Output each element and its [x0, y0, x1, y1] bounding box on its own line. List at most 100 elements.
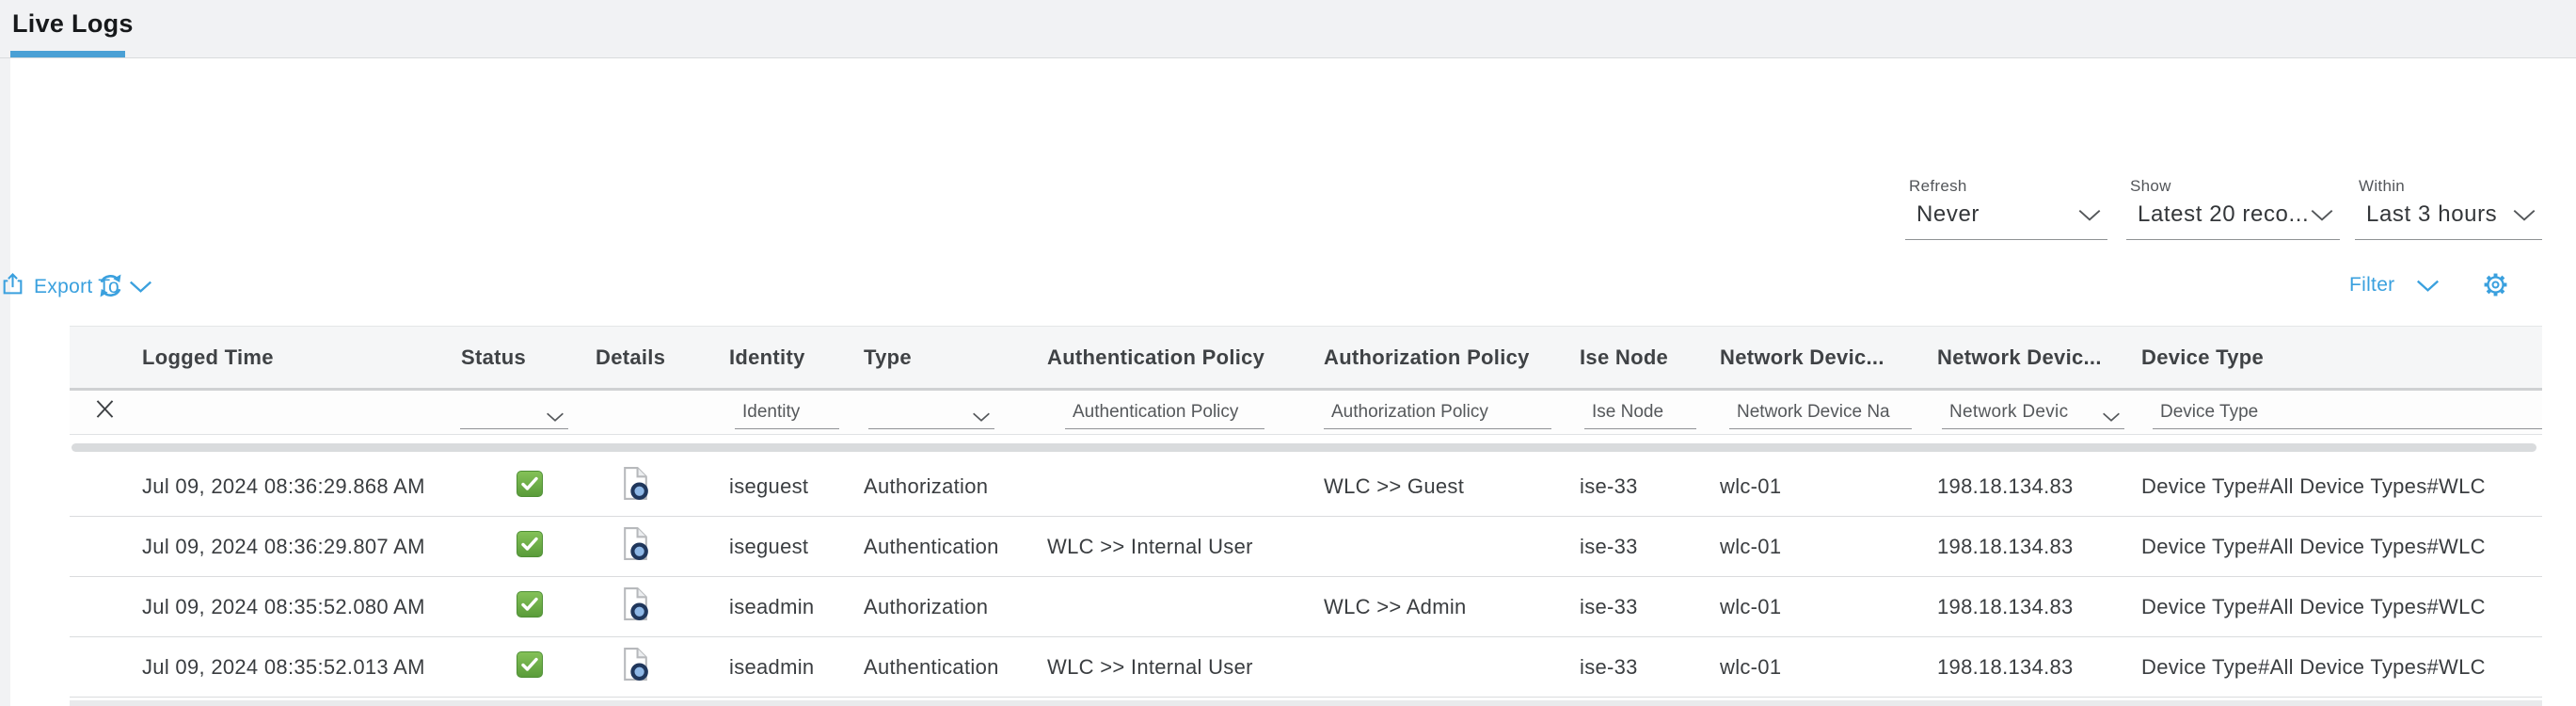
cell-authorization-policy: WLC >> Admin	[1324, 595, 1580, 619]
table-filter-row: Network Devic	[70, 391, 2542, 435]
cell-ise-node: ise-33	[1580, 655, 1720, 680]
cell-identity: iseguest	[729, 535, 864, 559]
cell-details	[596, 526, 729, 567]
table-bottom-edge	[70, 700, 2542, 706]
within-dropdown[interactable]: Within Last 3 hours	[2355, 177, 2542, 240]
refresh-dropdown[interactable]: Refresh Never	[1905, 177, 2107, 240]
status-filter-dropdown[interactable]	[460, 411, 568, 429]
authorization-policy-filter-input[interactable]	[1324, 402, 1551, 429]
details-button[interactable]	[621, 647, 650, 682]
authentication-policy-filter-input[interactable]	[1065, 402, 1264, 429]
chevron-down-icon	[2310, 208, 2334, 222]
column-header-authentication-policy[interactable]: Authentication Policy	[1047, 345, 1324, 370]
details-report-icon	[621, 466, 650, 501]
export-to-button[interactable]: Export To	[0, 271, 2576, 302]
table-row: Jul 09, 2024 08:36:29.807 AM iseguest Au…	[70, 517, 2542, 577]
column-header-identity[interactable]: Identity	[729, 345, 864, 370]
chevron-down-icon	[2102, 411, 2121, 423]
cell-device-type: Device Type#All Device Types#WLC	[2141, 595, 2542, 619]
table-header-row: Logged Time Status Details Identity Type…	[70, 326, 2542, 391]
column-header-authorization-policy[interactable]: Authorization Policy	[1324, 345, 1580, 370]
chevron-down-icon	[2077, 208, 2102, 222]
chevron-down-icon	[546, 411, 564, 423]
status-passed-check-icon	[517, 591, 543, 618]
cell-device-type: Device Type#All Device Types#WLC	[2141, 655, 2542, 680]
cell-network-device-name: wlc-01	[1720, 595, 1937, 619]
status-passed-check-icon	[517, 471, 543, 497]
settings-button[interactable]	[2481, 270, 2510, 302]
cell-identity: iseadmin	[729, 595, 864, 619]
network-device-name-filter-input[interactable]	[1729, 402, 1912, 429]
cell-logged-time: Jul 09, 2024 08:36:29.807 AM	[142, 535, 461, 559]
cell-logged-time: Jul 09, 2024 08:36:29.868 AM	[142, 474, 461, 499]
cell-network-device-ip: 198.18.134.83	[1937, 535, 2141, 559]
cell-details	[596, 647, 729, 687]
details-report-icon	[621, 647, 650, 682]
within-label: Within	[2355, 177, 2542, 196]
network-device-ip-filter-dropdown[interactable]: Network Devic	[1942, 402, 2124, 429]
chevron-down-icon	[128, 280, 153, 294]
details-report-icon	[621, 586, 650, 621]
column-header-details[interactable]: Details	[596, 345, 729, 370]
refresh-logs-button[interactable]	[96, 271, 125, 303]
details-report-icon	[621, 526, 650, 561]
show-value: Latest 20 reco...	[2138, 201, 2309, 228]
cell-type: Authorization	[864, 474, 1047, 499]
cell-network-device-name: wlc-01	[1720, 535, 1937, 559]
cell-type: Authorization	[864, 595, 1047, 619]
chevron-down-icon	[972, 411, 991, 423]
column-header-network-device-ip[interactable]: Network Devic...	[1937, 345, 2141, 370]
cell-status	[461, 651, 596, 683]
cell-status	[461, 591, 596, 623]
details-button[interactable]	[621, 526, 650, 561]
horizontal-scrollbar-thumb[interactable]	[72, 443, 2536, 452]
cell-ise-node: ise-33	[1580, 474, 1720, 499]
show-dropdown[interactable]: Show Latest 20 reco...	[2126, 177, 2340, 240]
cell-details	[596, 586, 729, 627]
cell-status	[461, 471, 596, 503]
show-label: Show	[2126, 177, 2340, 196]
table-row: Jul 09, 2024 08:35:52.013 AM iseadmin Au…	[70, 637, 2542, 698]
filter-button[interactable]: Filter	[2349, 274, 2441, 297]
device-type-filter-input[interactable]	[2153, 402, 2542, 429]
column-header-type[interactable]: Type	[864, 345, 1047, 370]
cell-device-type: Device Type#All Device Types#WLC	[2141, 474, 2542, 499]
cell-status	[461, 531, 596, 563]
cell-device-type: Device Type#All Device Types#WLC	[2141, 535, 2542, 559]
column-header-logged-time[interactable]: Logged Time	[142, 345, 461, 370]
cell-logged-time: Jul 09, 2024 08:35:52.080 AM	[142, 595, 461, 619]
refresh-icon	[96, 289, 125, 303]
filter-label: Filter	[2349, 274, 2394, 297]
column-header-ise-node[interactable]: Ise Node	[1580, 345, 1720, 370]
details-button[interactable]	[621, 586, 650, 621]
cell-logged-time: Jul 09, 2024 08:35:52.013 AM	[142, 655, 461, 680]
filter-chevron-icon	[2415, 279, 2441, 293]
cell-details	[596, 466, 729, 506]
status-passed-check-icon	[517, 651, 543, 678]
cell-network-device-ip: 198.18.134.83	[1937, 655, 2141, 680]
clear-filters-x-icon	[94, 409, 116, 423]
details-button[interactable]	[621, 466, 650, 501]
cell-network-device-ip: 198.18.134.83	[1937, 595, 2141, 619]
status-passed-check-icon	[517, 531, 543, 557]
cell-network-device-ip: 198.18.134.83	[1937, 474, 2141, 499]
export-upload-icon	[0, 271, 25, 302]
cell-ise-node: ise-33	[1580, 535, 1720, 559]
cell-network-device-name: wlc-01	[1720, 655, 1937, 680]
identity-filter-input[interactable]	[735, 402, 839, 429]
column-header-network-device-name[interactable]: Network Devic...	[1720, 345, 1937, 370]
cell-authorization-policy: WLC >> Guest	[1324, 474, 1580, 499]
cell-network-device-name: wlc-01	[1720, 474, 1937, 499]
cell-ise-node: ise-33	[1580, 595, 1720, 619]
ise-node-filter-input[interactable]	[1584, 402, 1696, 429]
horizontal-scrollbar	[70, 435, 2542, 457]
column-header-status[interactable]: Status	[461, 345, 596, 370]
cell-type: Authentication	[864, 535, 1047, 559]
gear-icon	[2481, 288, 2510, 302]
clear-filters-button[interactable]	[94, 398, 116, 423]
cell-authentication-policy: WLC >> Internal User	[1047, 535, 1324, 559]
column-header-device-type[interactable]: Device Type	[2141, 345, 2542, 370]
type-filter-dropdown[interactable]	[868, 411, 994, 429]
live-logs-table: Logged Time Status Details Identity Type…	[70, 326, 2542, 698]
cell-authentication-policy: WLC >> Internal User	[1047, 655, 1324, 680]
